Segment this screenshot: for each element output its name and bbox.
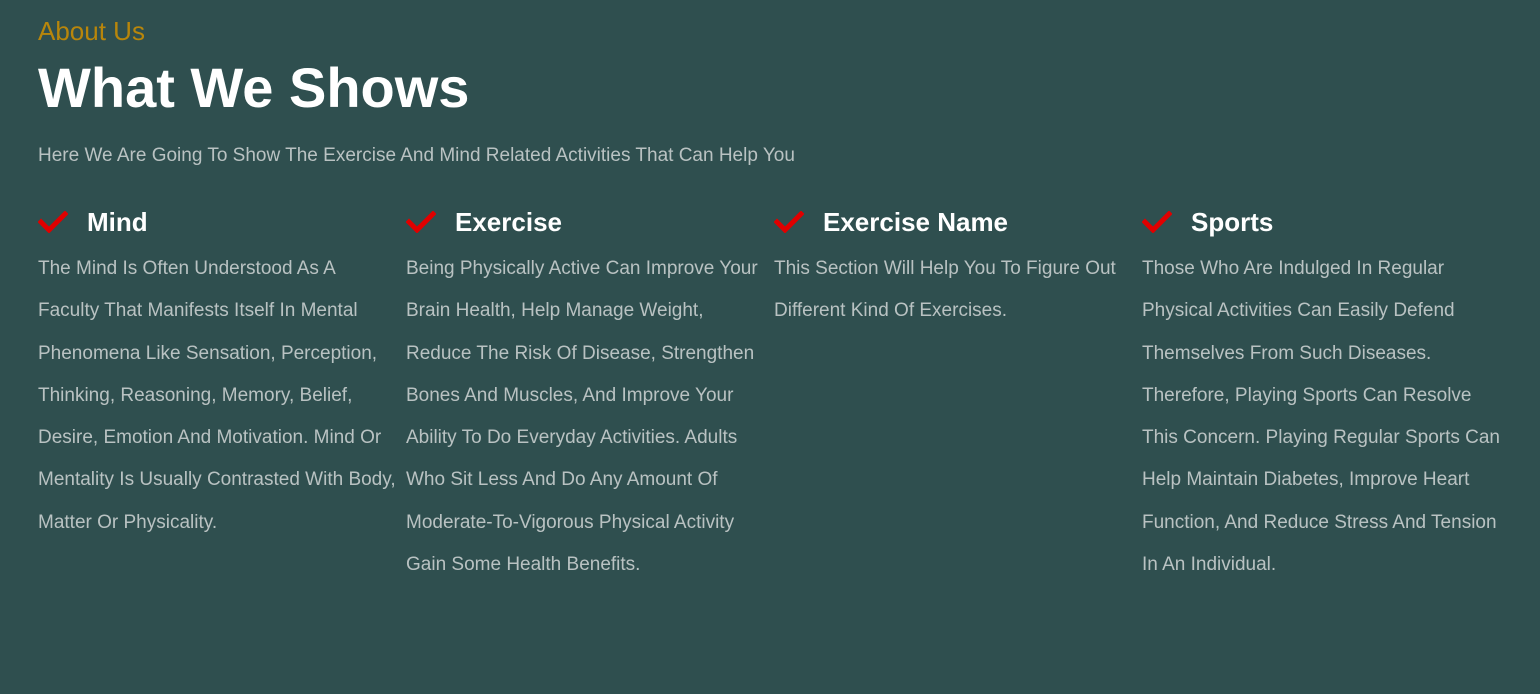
feature-header: Exercise Name: [774, 207, 1132, 237]
feature-title: Exercise Name: [823, 207, 1009, 237]
check-icon: [774, 211, 804, 233]
check-icon: [38, 211, 68, 233]
check-icon: [1142, 211, 1172, 233]
feature-title: Exercise: [455, 207, 562, 237]
feature-title: Mind: [87, 207, 148, 237]
feature-description: Those Who Are Indulged In Regular Physic…: [1142, 258, 1501, 576]
feature-exercise: Exercise Being Physically Active Can Imp…: [406, 207, 774, 586]
section-title: What We Shows: [38, 56, 470, 119]
feature-header: Exercise: [406, 207, 764, 237]
feature-title: Sports: [1191, 207, 1274, 237]
check-icon: [406, 211, 436, 233]
section-subtitle: Here We Are Going To Show The Exercise A…: [38, 145, 795, 166]
feature-description: The Mind Is Often Understood As A Facult…: [38, 258, 396, 533]
feature-header: Mind: [38, 207, 396, 237]
about-section: About Us What We Shows Here We Are Going…: [0, 0, 1540, 694]
feature-sports: Sports Those Who Are Indulged In Regular…: [1142, 207, 1510, 586]
section-eyebrow: About Us: [38, 16, 145, 46]
feature-exercise-name: Exercise Name This Section Will Help You…: [774, 207, 1142, 586]
feature-description: Being Physically Active Can Improve Your…: [406, 258, 758, 576]
feature-mind: Mind The Mind Is Often Understood As A F…: [38, 207, 406, 586]
feature-header: Sports: [1142, 207, 1500, 237]
features-grid: Mind The Mind Is Often Understood As A F…: [38, 207, 1502, 586]
feature-description: This Section Will Help You To Figure Out…: [774, 258, 1116, 322]
